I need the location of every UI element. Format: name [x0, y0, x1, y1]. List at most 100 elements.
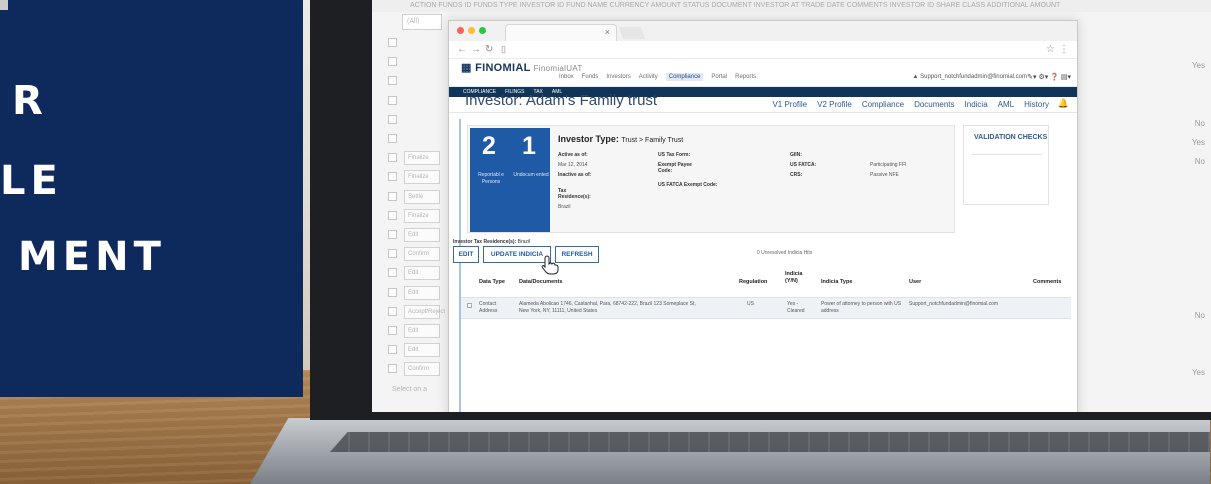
background-row[interactable]: Confirm [388, 362, 448, 377]
background-row[interactable]: Confirm [388, 247, 448, 262]
background-row-checkbox[interactable] [388, 249, 397, 259]
background-row-button[interactable]: Finalize [404, 208, 440, 223]
background-row[interactable] [388, 36, 448, 50]
tools-icon[interactable]: ✎▾ [1027, 74, 1036, 81]
background-row-button[interactable]: Confirm [404, 362, 440, 377]
background-row-checkbox[interactable] [388, 191, 397, 201]
back-arrow-icon[interactable]: ← [457, 44, 467, 55]
giin-label: GIIN: [790, 152, 802, 158]
reload-icon[interactable]: ↻ [485, 44, 493, 55]
browser-tab[interactable]: × [505, 24, 617, 41]
background-row[interactable]: Settle [388, 189, 448, 204]
tax-residence-label: Tax Residence(s): [558, 188, 591, 200]
nav-item-activity[interactable]: Activity [639, 74, 658, 80]
reportable-persons-count[interactable]: 2 [482, 132, 496, 161]
background-row[interactable] [388, 113, 448, 127]
background-table-header: ACTION FUNDS ID FUNDS TYPE INVESTOR ID F… [372, 0, 1211, 12]
undocumented-count[interactable]: 1 [522, 132, 536, 161]
background-row[interactable]: Edit [388, 266, 448, 281]
notification-bell-icon[interactable]: 🔔 [1058, 98, 1069, 109]
background-row-checkbox[interactable] [388, 134, 397, 143]
background-row-checkbox[interactable] [388, 95, 397, 105]
background-row-checkbox[interactable] [388, 306, 397, 316]
background-row-button[interactable]: Edit [404, 228, 440, 242]
column-header-data-type[interactable]: Data Type [479, 279, 515, 286]
close-window-icon[interactable] [457, 27, 464, 34]
column-header-data-documents[interactable]: Data/Documents [519, 279, 599, 286]
profile-link-documents[interactable]: Documents [914, 100, 954, 109]
user-menu[interactable]: ▲ Support_notchfundadmin@finomial.com [913, 74, 1027, 80]
edit-button[interactable]: EDIT [453, 246, 479, 263]
background-row-checkbox[interactable] [388, 153, 397, 163]
background-row[interactable]: Edit [388, 285, 448, 300]
app-logo[interactable]: ▦ FINOMIAL FinomialUAT [461, 61, 583, 74]
background-row-button[interactable]: Edit [404, 266, 440, 281]
background-row-checkbox[interactable] [388, 326, 397, 335]
nav-item-compliance[interactable]: Compliance [665, 73, 704, 81]
nav-item-reports[interactable]: Reports [735, 74, 756, 80]
background-row[interactable]: Accept/Reject [388, 304, 448, 319]
browser-menu-icon[interactable]: ⋮ [1059, 44, 1069, 55]
overlay-line-1: R [12, 78, 48, 124]
background-row-checkbox[interactable] [388, 364, 397, 374]
background-row-checkbox[interactable] [388, 210, 397, 220]
background-row-checkbox[interactable] [388, 345, 397, 355]
background-row-checkbox[interactable] [388, 114, 397, 124]
background-row[interactable]: Finalize [388, 170, 448, 185]
profile-link-indicia[interactable]: Indicia [965, 100, 988, 109]
background-row-button[interactable]: Settle [404, 189, 440, 204]
column-header-user[interactable]: User [909, 279, 969, 286]
background-row[interactable] [388, 74, 448, 88]
background-row-button[interactable]: Edit [404, 343, 440, 358]
hand-cursor-icon [541, 255, 559, 275]
minimize-window-icon[interactable] [468, 27, 475, 34]
background-row-button[interactable]: Edit [404, 285, 440, 300]
profile-link-history[interactable]: History [1024, 100, 1049, 109]
background-row-checkbox[interactable] [388, 172, 397, 182]
background-row-button[interactable]: Finalize [404, 151, 440, 166]
background-row-button[interactable]: Accept/Reject [404, 304, 445, 319]
profile-link-v1-profile[interactable]: V1 Profile [772, 100, 807, 109]
background-row[interactable] [388, 55, 448, 69]
background-row[interactable]: Finalize [388, 208, 448, 223]
profile-link-aml[interactable]: AML [998, 100, 1014, 109]
maximize-window-icon[interactable] [479, 27, 486, 34]
nav-item-investors[interactable]: Investors [606, 74, 630, 80]
background-row[interactable] [388, 94, 448, 108]
background-row[interactable]: Edit [388, 343, 448, 358]
nav-item-inbox[interactable]: Inbox [559, 74, 574, 80]
background-row-checkbox[interactable] [388, 57, 397, 67]
settings-icon[interactable]: ⚙▾ [1038, 74, 1048, 81]
investor-type-value: Trust > Family Trust [621, 137, 684, 144]
background-row-checkbox[interactable] [388, 287, 397, 297]
background-row-checkbox[interactable] [388, 38, 397, 47]
background-row-button[interactable]: Edit [404, 324, 440, 338]
background-filter-select[interactable]: (All) [402, 14, 442, 30]
background-row-button[interactable]: Confirm [404, 247, 440, 262]
background-row[interactable]: Edit [388, 228, 448, 242]
profile-link-compliance[interactable]: Compliance [862, 100, 904, 109]
row-checkbox[interactable] [467, 303, 472, 308]
profile-link-v2-profile[interactable]: V2 Profile [817, 100, 852, 109]
help-icon[interactable]: ❓ [1050, 74, 1059, 81]
background-row[interactable]: Edit [388, 324, 448, 338]
background-row-checkbox[interactable] [388, 268, 397, 278]
column-header-indicia-type[interactable]: Indicia Type [821, 279, 881, 286]
background-row[interactable] [388, 132, 448, 146]
background-row[interactable]: Finalize [388, 151, 448, 166]
bookmark-star-icon[interactable]: ☆ [1046, 44, 1055, 55]
background-row-checkbox[interactable] [388, 230, 397, 239]
nav-item-funds[interactable]: Funds [582, 74, 599, 80]
cell-documents: Alameda Abolicao 1746, Castanhal, Para, … [519, 301, 696, 314]
background-row-checkbox[interactable] [388, 76, 397, 86]
column-header-regulation[interactable]: Regulation [739, 279, 779, 286]
tab-close-icon[interactable]: × [605, 27, 610, 37]
nav-item-portal[interactable]: Portal [711, 74, 727, 80]
background-row-button[interactable]: Finalize [404, 170, 440, 185]
new-tab-button[interactable] [618, 27, 646, 39]
forward-arrow-icon[interactable]: → [471, 44, 481, 55]
column-header-indicia-y-n-[interactable]: Indicia (Y/N) [785, 271, 811, 285]
column-header-comments[interactable]: Comments [1033, 279, 1073, 286]
apps-icon[interactable]: ▤▾ [1061, 74, 1071, 81]
refresh-button[interactable]: REFRESH [555, 246, 599, 263]
